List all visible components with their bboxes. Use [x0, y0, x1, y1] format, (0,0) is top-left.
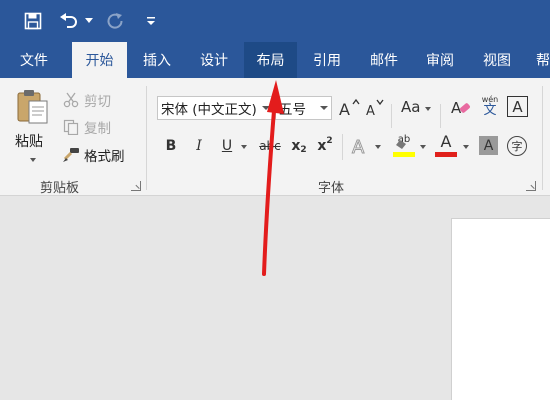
ribbon-tabs: 文件 开始 插入 设计 布局 引用 邮件 审阅 视图 帮: [0, 42, 550, 78]
font-color-swatch: [435, 152, 457, 157]
font-size-combo[interactable]: 五号: [275, 96, 332, 120]
tab-file[interactable]: 文件: [8, 42, 60, 78]
cut-label: 剪切: [84, 94, 111, 110]
copy-button: 复制: [62, 117, 111, 137]
font-size-dropdown-icon[interactable]: [320, 106, 328, 110]
subscript-button[interactable]: x2: [288, 135, 310, 157]
format-painter-label: 格式刷: [84, 149, 125, 165]
document-page[interactable]: [451, 218, 550, 400]
underline-dropdown-icon[interactable]: [241, 145, 247, 149]
grow-font-icon[interactable]: A: [338, 97, 360, 119]
cut-button: 剪切: [62, 90, 111, 110]
paste-dropdown-icon[interactable]: [30, 158, 36, 162]
customize-qat-icon[interactable]: [143, 8, 159, 34]
group-divider: [542, 86, 543, 190]
tab-help[interactable]: 帮: [528, 42, 550, 78]
format-painter-icon: [62, 146, 80, 164]
superscript-base: x: [317, 138, 327, 154]
font-name-combo[interactable]: 宋体 (中文正文): [157, 96, 274, 120]
shrink-font-icon[interactable]: A: [364, 97, 386, 119]
clipboard-group-label: 剪贴板: [40, 181, 80, 196]
enclose-characters-button[interactable]: 字: [507, 136, 527, 156]
undo-icon[interactable]: [58, 8, 80, 34]
ribbon-home: 粘贴 剪切 复制 格式刷 剪贴板 宋体 (中文正文) 五号 A A Aa A w…: [0, 78, 550, 196]
italic-button[interactable]: I: [188, 135, 210, 157]
copy-label: 复制: [84, 121, 111, 137]
tab-mailings[interactable]: 邮件: [358, 42, 410, 78]
tab-insert[interactable]: 插入: [131, 42, 183, 78]
font-name-dropdown-icon[interactable]: [262, 106, 270, 110]
tab-layout[interactable]: 布局: [244, 42, 297, 78]
tab-design[interactable]: 设计: [188, 42, 240, 78]
scissors-icon: [62, 91, 80, 109]
copy-icon: [62, 118, 80, 136]
highlight-color-swatch: [393, 152, 415, 157]
subscript-base: x: [291, 138, 301, 154]
strikethrough-button[interactable]: abc: [256, 135, 284, 157]
font-color-dropdown-icon[interactable]: [463, 145, 469, 149]
text-effects-dropdown-icon[interactable]: [375, 145, 381, 149]
superscript-sup: 2: [326, 136, 333, 146]
font-size-value: 五号: [279, 102, 306, 118]
format-painter-button[interactable]: 格式刷: [62, 145, 125, 165]
highlighter-icon: [396, 140, 406, 149]
font-color-button[interactable]: A: [435, 133, 457, 159]
font-color-letter: A: [440, 132, 452, 151]
save-icon[interactable]: [20, 8, 46, 34]
tab-home[interactable]: 开始: [72, 42, 127, 78]
phonetic-guide-button[interactable]: wén 文: [478, 95, 502, 121]
bold-button[interactable]: B: [160, 135, 182, 157]
svg-text:A: A: [366, 104, 375, 118]
phonetic-guide-bottom: 文: [483, 103, 497, 118]
font-name-value: 宋体 (中文正文): [161, 102, 257, 118]
clear-formatting-icon[interactable]: A: [450, 96, 472, 118]
superscript-button[interactable]: x2: [314, 135, 336, 157]
tab-references[interactable]: 引用: [301, 42, 353, 78]
font-launcher-icon[interactable]: [526, 181, 536, 191]
undo-dropdown-icon[interactable]: [83, 8, 95, 34]
font-divider: [391, 104, 392, 128]
change-case-button[interactable]: Aa: [401, 98, 420, 116]
paste-label[interactable]: 粘贴: [15, 131, 43, 151]
group-divider: [146, 86, 147, 190]
document-area: [0, 196, 550, 400]
redo-icon: [104, 8, 126, 34]
tab-review[interactable]: 审阅: [414, 42, 466, 78]
character-shading-button[interactable]: A: [479, 136, 498, 155]
change-case-dropdown-icon[interactable]: [425, 107, 431, 111]
font-divider: [342, 134, 343, 160]
tab-view[interactable]: 视图: [471, 42, 523, 78]
paste-icon[interactable]: [15, 88, 51, 126]
highlight-color-button[interactable]: ab: [392, 134, 416, 158]
character-border-button[interactable]: A: [507, 96, 528, 117]
font-group-label: 字体: [318, 181, 345, 196]
font-divider: [440, 104, 441, 128]
svg-text:A: A: [339, 100, 350, 118]
text-effects-icon[interactable]: A: [350, 135, 372, 158]
underline-button[interactable]: U: [216, 135, 238, 157]
subscript-sub: 2: [300, 145, 307, 155]
clipboard-launcher-icon[interactable]: [131, 181, 141, 191]
svg-text:A: A: [451, 99, 462, 117]
svg-text:A: A: [352, 137, 365, 157]
highlight-dropdown-icon[interactable]: [420, 145, 426, 149]
title-bar: [0, 0, 550, 42]
